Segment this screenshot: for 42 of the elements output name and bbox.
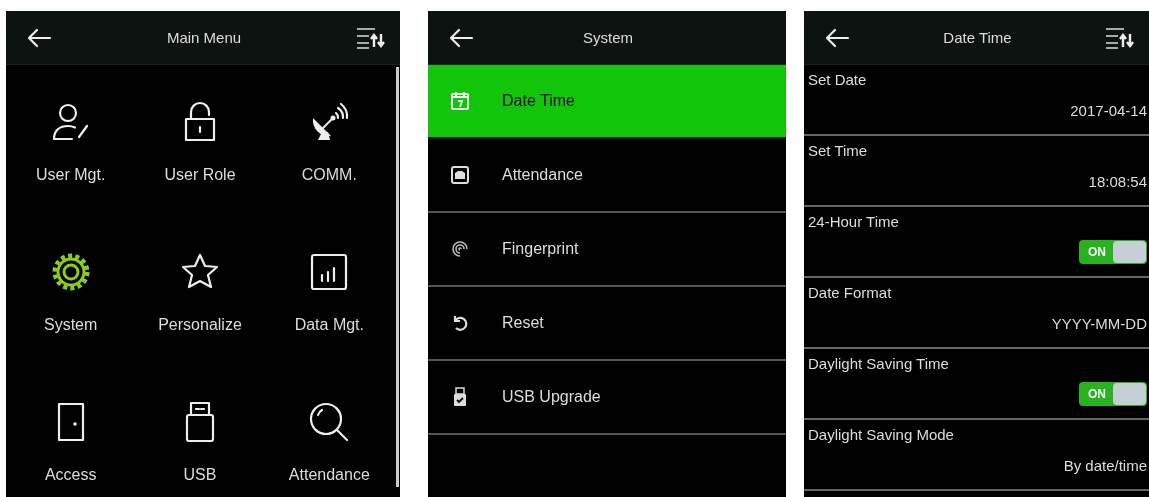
sort-icon[interactable] <box>1105 26 1135 49</box>
setting-value: By date/time <box>1063 457 1147 474</box>
screen-title: Date Time <box>942 29 1013 46</box>
setting-row[interactable]: 24-Hour Time ON <box>804 207 1149 278</box>
calendar-icon <box>450 91 470 111</box>
menu-item-label[interactable]: Personalize <box>158 316 242 334</box>
setting-row[interactable]: Date Format YYYY-MM-DD <box>804 278 1149 349</box>
setting-label: 24-Hour Time <box>808 213 899 230</box>
setting-label: Daylight Saving Mode <box>808 426 954 443</box>
menu-item[interactable]: USB Upgrade <box>428 361 786 435</box>
document-icon <box>450 165 470 185</box>
menu-item-label[interactable]: User Mgt. <box>36 166 106 184</box>
back-arrow-icon[interactable] <box>448 27 474 48</box>
back-arrow-icon[interactable] <box>26 27 52 48</box>
menu-item-label[interactable]: Access <box>44 466 97 484</box>
scrollbar[interactable] <box>396 67 399 487</box>
sort-icon[interactable] <box>356 26 386 49</box>
setting-row[interactable]: Daylight Saving Mode By date/time <box>804 420 1149 491</box>
setting-row[interactable]: Daylight Saving Time ON <box>804 349 1149 420</box>
back-arrow-icon[interactable] <box>824 27 850 48</box>
menu-item-label[interactable]: Data Mgt. <box>294 316 364 334</box>
setting-row[interactable]: Set Time 18:08:54 <box>804 136 1149 207</box>
setting-row[interactable]: Set Date 2017-04-14 <box>804 65 1149 136</box>
menu-item[interactable]: Fingerprint <box>428 213 786 287</box>
menu-item-label[interactable]: USB <box>183 466 217 484</box>
screen-title: Main Menu <box>165 29 243 46</box>
menu-item-label[interactable]: User Role <box>164 166 236 184</box>
setting-label: Daylight Saving Time <box>808 355 949 372</box>
menu-item[interactable]: Date Time <box>428 65 786 139</box>
menu-item[interactable]: Reset <box>428 287 786 361</box>
setting-value: 2017-04-14 <box>1070 102 1147 119</box>
menu-item-label[interactable]: System <box>44 316 98 334</box>
menu-item-label[interactable]: Attendance <box>288 466 370 484</box>
setting-value: 18:08:54 <box>1088 173 1147 190</box>
menu-item[interactable]: Attendance <box>428 139 786 213</box>
setting-label: Set Date <box>808 71 867 88</box>
setting-label: Date Format <box>808 284 892 301</box>
setting-value: YYYY-MM-DD <box>1051 315 1147 332</box>
setting-label: Set Time <box>808 142 868 159</box>
menu-item-label[interactable]: COMM. <box>301 166 357 184</box>
fingerprint-icon <box>450 239 470 259</box>
screen-title: System <box>582 29 634 46</box>
